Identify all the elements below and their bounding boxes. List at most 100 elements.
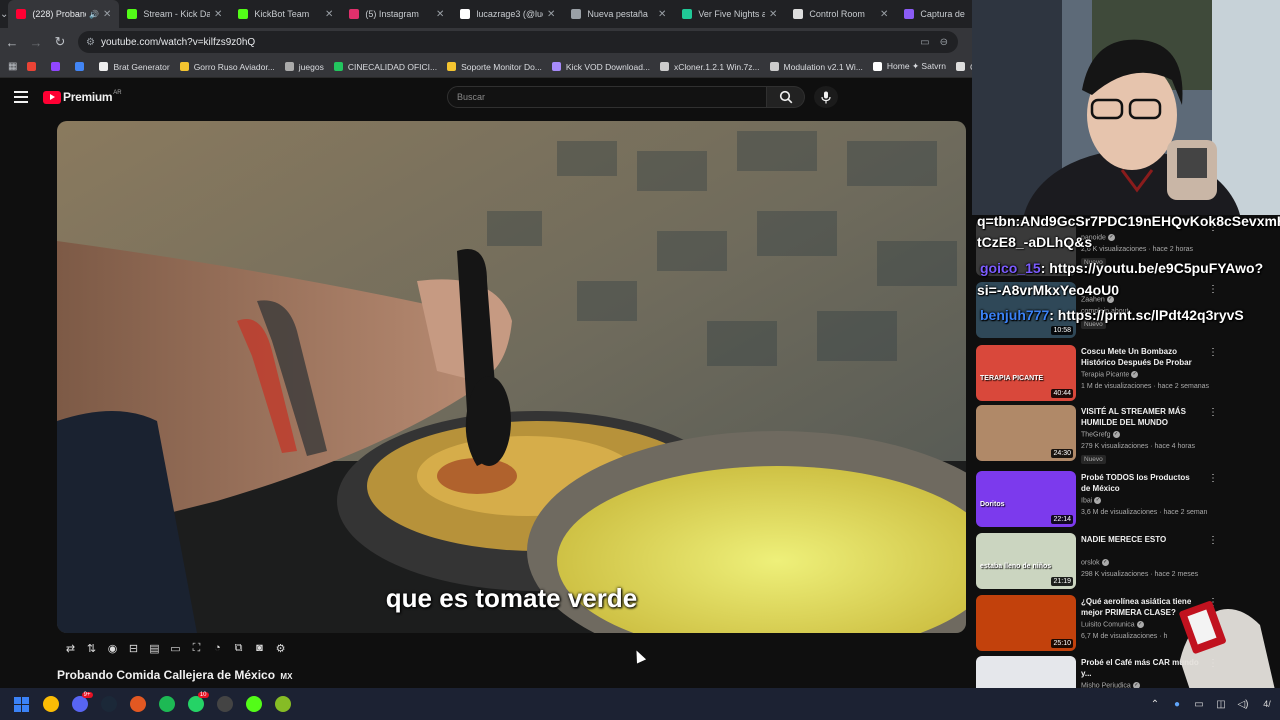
loop-icon[interactable]: ⇄ xyxy=(60,638,81,658)
screenshot-icon[interactable]: ◙ xyxy=(249,638,270,658)
tab-4[interactable]: (5) Instagram ✕ xyxy=(341,0,452,28)
bookmark-5[interactable]: Gorro Ruso Aviador... xyxy=(179,62,275,72)
channel-name[interactable]: Ibai ✓ xyxy=(1081,497,1102,504)
apps-grid-icon[interactable]: ▦ xyxy=(8,61,17,72)
fullscreen-icon[interactable]: ⛶ xyxy=(186,638,207,658)
search-button[interactable] xyxy=(767,86,805,108)
settings-gear-icon[interactable]: ⚙ xyxy=(270,638,291,658)
more-options-icon[interactable]: ⋮ xyxy=(1208,284,1218,295)
more-options-icon[interactable]: ⋮ xyxy=(1208,347,1218,358)
video-thumbnail[interactable]: 25:10 xyxy=(976,595,1076,651)
bookmark-8[interactable]: Soporte Monitor Do... xyxy=(447,62,542,72)
recommended-video[interactable]: Doritos 22:14 Probé TODOS los Productos de… xyxy=(976,471,1276,527)
mic-tray-icon[interactable]: ● xyxy=(1166,699,1188,710)
close-tab-icon[interactable]: ✕ xyxy=(436,9,444,20)
reload-icon[interactable]: ↻ xyxy=(48,28,72,56)
video-title[interactable]: NADIE MERECE ESTO xyxy=(1081,534,1199,545)
bookmark-12[interactable]: Home ✦ Satvrn xyxy=(872,61,946,72)
forward-icon[interactable]: → xyxy=(24,28,48,56)
tab-2[interactable]: Stream - Kick Da ✕ xyxy=(119,0,230,28)
discord-icon[interactable]: 9+ xyxy=(65,689,94,719)
spotify-icon[interactable] xyxy=(152,689,181,719)
steam-icon[interactable] xyxy=(94,689,123,719)
url-text[interactable]: youtube.com/watch?v=kilfzs9z0hQ xyxy=(101,37,920,48)
recommended-video[interactable]: 24:30 VISITÉ AL STREAMER MÁS HUMILDE DEL … xyxy=(976,405,1276,464)
bookmark-3[interactable] xyxy=(75,62,89,71)
volume-icon[interactable]: ◁) xyxy=(1232,699,1254,710)
video-player[interactable]: que es tomate verde xyxy=(57,121,966,633)
close-tab-icon[interactable]: ✕ xyxy=(214,9,222,20)
search-input[interactable]: Buscar xyxy=(447,86,767,108)
bookmark-10[interactable]: xCloner.1.2.1 Win.7z... xyxy=(660,62,760,72)
video-thumbnail[interactable]: Doritos 22:14 xyxy=(976,471,1076,527)
clock[interactable]: 4/ xyxy=(1254,699,1280,709)
video-frame-cooking-scene xyxy=(57,121,966,633)
voice-search-button[interactable] xyxy=(814,86,838,108)
channel-name[interactable]: orslok ✓ xyxy=(1081,559,1109,566)
windows-start-icon[interactable] xyxy=(7,689,36,719)
xbox-icon[interactable] xyxy=(268,689,297,719)
youtube-logo[interactable]: Premium AR xyxy=(43,90,122,104)
bookmark-9[interactable]: Kick VOD Download... xyxy=(551,62,650,72)
kick-icon[interactable] xyxy=(239,689,268,719)
menu-icon[interactable] xyxy=(14,91,28,103)
back-icon[interactable]: ← xyxy=(0,28,24,56)
channel-name[interactable]: TheGrefg ✓ xyxy=(1081,431,1120,438)
install-app-icon[interactable]: ▭ xyxy=(920,37,929,48)
tab-search-icon[interactable]: ⌄ xyxy=(0,0,8,28)
close-tab-icon[interactable]: ✕ xyxy=(103,9,111,20)
bookmark-11[interactable]: Modulation v2.1 Wi... xyxy=(769,62,863,72)
recommended-video[interactable]: TERAPIA PICANTE 40:44 Coscu Mete Un Bombaz… xyxy=(976,345,1276,401)
speed-icon[interactable]: ◔ xyxy=(207,638,228,658)
pip-icon[interactable]: ⧉ xyxy=(228,638,249,658)
obs-icon[interactable] xyxy=(210,689,239,719)
close-tab-icon[interactable]: ✕ xyxy=(880,9,888,20)
chrome-icon[interactable] xyxy=(36,689,65,719)
bookmark-4[interactable]: Brat Generator xyxy=(99,62,170,72)
display-icon[interactable]: ▭ xyxy=(1188,699,1210,710)
bookmark-6[interactable]: juegos xyxy=(284,62,324,72)
tab-8[interactable]: Control Room ✕ xyxy=(785,0,896,28)
address-bar[interactable]: ⚙ youtube.com/watch?v=kilfzs9z0hQ ▭ ⊖ xyxy=(78,31,958,53)
close-tab-icon[interactable]: ✕ xyxy=(658,9,666,20)
video-thumbnail[interactable] xyxy=(976,656,1076,688)
audio-icon[interactable]: ◉ xyxy=(102,638,123,658)
bookmark-7[interactable]: CINECALIDAD OFICI... xyxy=(333,62,437,72)
more-options-icon[interactable]: ⋮ xyxy=(1208,473,1218,484)
search-icon xyxy=(779,90,792,104)
close-tab-icon[interactable]: ✕ xyxy=(547,9,555,20)
tab-6[interactable]: Nueva pestaña ✕ xyxy=(563,0,674,28)
window-icon[interactable]: ▭ xyxy=(165,638,186,658)
theater-icon[interactable]: ▤ xyxy=(144,638,165,658)
video-title[interactable]: Coscu Mete Un Bombazo Histórico Después … xyxy=(1081,346,1199,368)
video-thumbnail[interactable]: 24:30 xyxy=(976,405,1076,461)
tab-3[interactable]: KickBot Team ✕ xyxy=(230,0,341,28)
chat-username: benjuh777 xyxy=(980,307,1050,323)
channel-name[interactable]: Luisito Comunica ✓ xyxy=(1081,621,1144,628)
sort-icon[interactable]: ⇅ xyxy=(81,638,102,658)
more-options-icon[interactable]: ⋮ xyxy=(1208,407,1218,418)
more-options-icon[interactable]: ⋮ xyxy=(1208,535,1218,546)
tab-5[interactable]: lucazrage3 (@luc ✕ xyxy=(452,0,563,28)
audio-playing-icon[interactable]: 🔊 xyxy=(89,10,99,19)
network-icon[interactable]: ◫ xyxy=(1210,699,1232,710)
bookmark-2[interactable] xyxy=(51,62,65,71)
tab-9[interactable]: Captura de✕ xyxy=(896,0,980,28)
bookmark-1[interactable] xyxy=(27,62,41,71)
channel-name[interactable]: Terapia Picante ✓ xyxy=(1081,371,1139,378)
chevron-up-icon[interactable]: ⌃ xyxy=(1144,699,1166,710)
video-thumbnail[interactable]: estaba lleno de niños 21:19 xyxy=(976,533,1076,589)
recommended-video[interactable]: estaba lleno de niños 21:19 NADIE MERECE E… xyxy=(976,533,1276,589)
video-title[interactable]: Probé TODOS los Productos de México xyxy=(1081,472,1199,494)
site-info-icon[interactable]: ⚙ xyxy=(86,37,95,48)
close-tab-icon[interactable]: ✕ xyxy=(325,9,333,20)
app-orange-icon[interactable] xyxy=(123,689,152,719)
tab-1[interactable]: (228) Probando🔊 ✕ xyxy=(8,0,120,28)
captions-icon[interactable]: ⊟ xyxy=(123,638,144,658)
video-thumbnail[interactable]: TERAPIA PICANTE 40:44 xyxy=(976,345,1076,401)
tab-7[interactable]: Ver Five Nights at ✕ xyxy=(674,0,785,28)
zoom-icon[interactable]: ⊖ xyxy=(940,37,948,48)
close-tab-icon[interactable]: ✕ xyxy=(769,9,777,20)
whatsapp-icon[interactable]: 10 xyxy=(181,689,210,719)
video-title[interactable]: VISITÉ AL STREAMER MÁS HUMILDE DEL MUNDO xyxy=(1081,406,1199,428)
